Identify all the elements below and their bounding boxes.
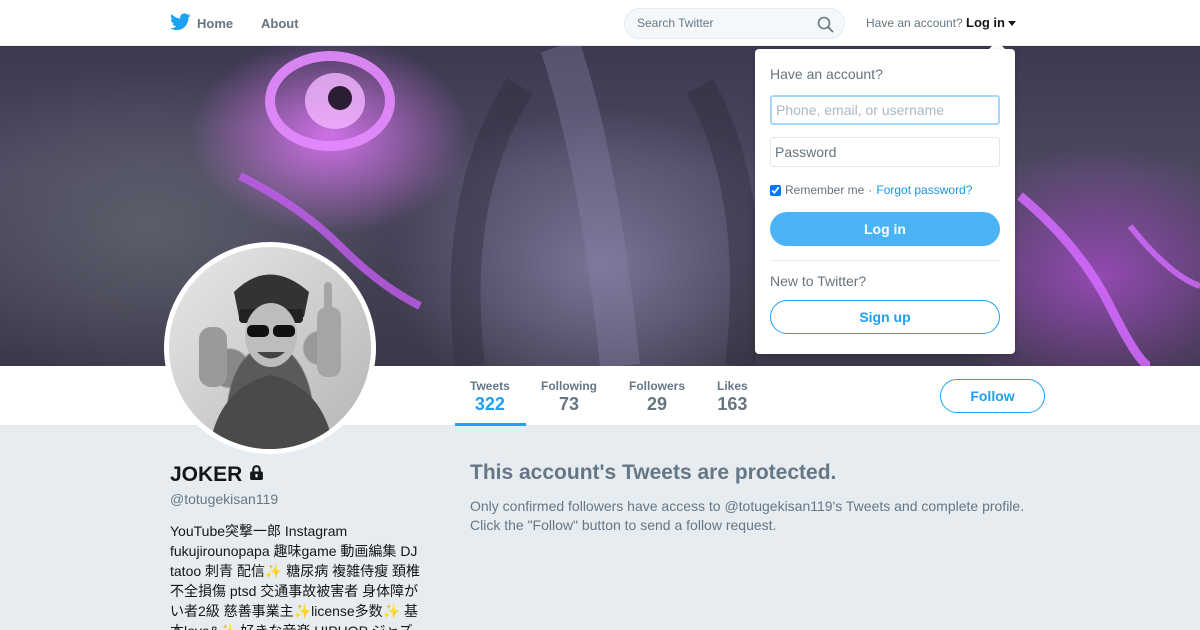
stat-value: 322: [474, 394, 505, 414]
about-link[interactable]: About: [261, 16, 299, 31]
stat-value: 29: [646, 394, 668, 414]
login-toggle-label: Log in: [966, 15, 1005, 30]
login-dropdown: Have an account? Remember me · Forgot pa…: [755, 49, 1015, 354]
stat-value: 73: [558, 394, 580, 414]
remember-me-label[interactable]: Remember me: [785, 183, 864, 197]
signup-button[interactable]: Sign up: [770, 300, 1000, 334]
avatar-portrait: [199, 274, 341, 449]
protected-title: This account's Tweets are protected.: [470, 461, 837, 484]
login-button[interactable]: Log in: [770, 212, 1000, 246]
stat-value: 163: [717, 394, 748, 414]
home-label: Home: [197, 16, 234, 31]
stat-label: Tweets: [470, 379, 510, 393]
profile-bio: YouTube突撃一郎 Instagram fukujirounopapa 趣味…: [170, 523, 421, 630]
screen-name[interactable]: @totugekisan119: [170, 491, 278, 507]
follow-button[interactable]: Follow: [940, 379, 1045, 413]
avatar[interactable]: [164, 242, 376, 454]
stat-following[interactable]: Following 73: [541, 379, 597, 415]
top-navigation-bar: Home About Have an account? Log in: [0, 0, 1200, 46]
password-field[interactable]: [770, 137, 1000, 167]
dropdown-divider: [770, 260, 1000, 261]
lock-icon: [248, 463, 265, 487]
search-input[interactable]: [637, 16, 807, 30]
profile-name: JOKER: [170, 463, 265, 487]
new-to-twitter-text: New to Twitter?: [770, 273, 867, 289]
remember-me-checkbox[interactable]: [770, 184, 781, 196]
profile-name-text: JOKER: [170, 463, 243, 486]
stat-label: Likes: [717, 379, 748, 393]
login-dropdown-title: Have an account?: [770, 66, 883, 82]
separator-dot: ·: [868, 183, 873, 197]
login-dropdown-toggle[interactable]: Log in: [966, 15, 1016, 30]
remember-row: Remember me · Forgot password?: [770, 183, 972, 197]
forgot-password-link[interactable]: Forgot password?: [876, 183, 972, 197]
stat-likes[interactable]: Likes 163: [717, 379, 748, 415]
username-field[interactable]: [770, 95, 1000, 125]
stat-label: Following: [541, 379, 597, 393]
have-account-text: Have an account?: [866, 16, 963, 30]
dropdown-arrow: [989, 41, 1005, 49]
stat-followers[interactable]: Followers 29: [629, 379, 685, 415]
search-box: [624, 8, 845, 39]
stat-label: Followers: [629, 379, 686, 393]
home-link[interactable]: Home: [170, 13, 233, 34]
protected-text: Only confirmed followers have access to …: [470, 498, 1025, 533]
avatar-image: [169, 247, 371, 449]
active-tab-indicator: [455, 423, 526, 426]
chevron-down-icon: [1008, 20, 1016, 26]
twitter-bird-icon: [170, 13, 191, 34]
stat-tweets[interactable]: Tweets 322: [470, 379, 510, 415]
search-icon[interactable]: [817, 16, 834, 38]
